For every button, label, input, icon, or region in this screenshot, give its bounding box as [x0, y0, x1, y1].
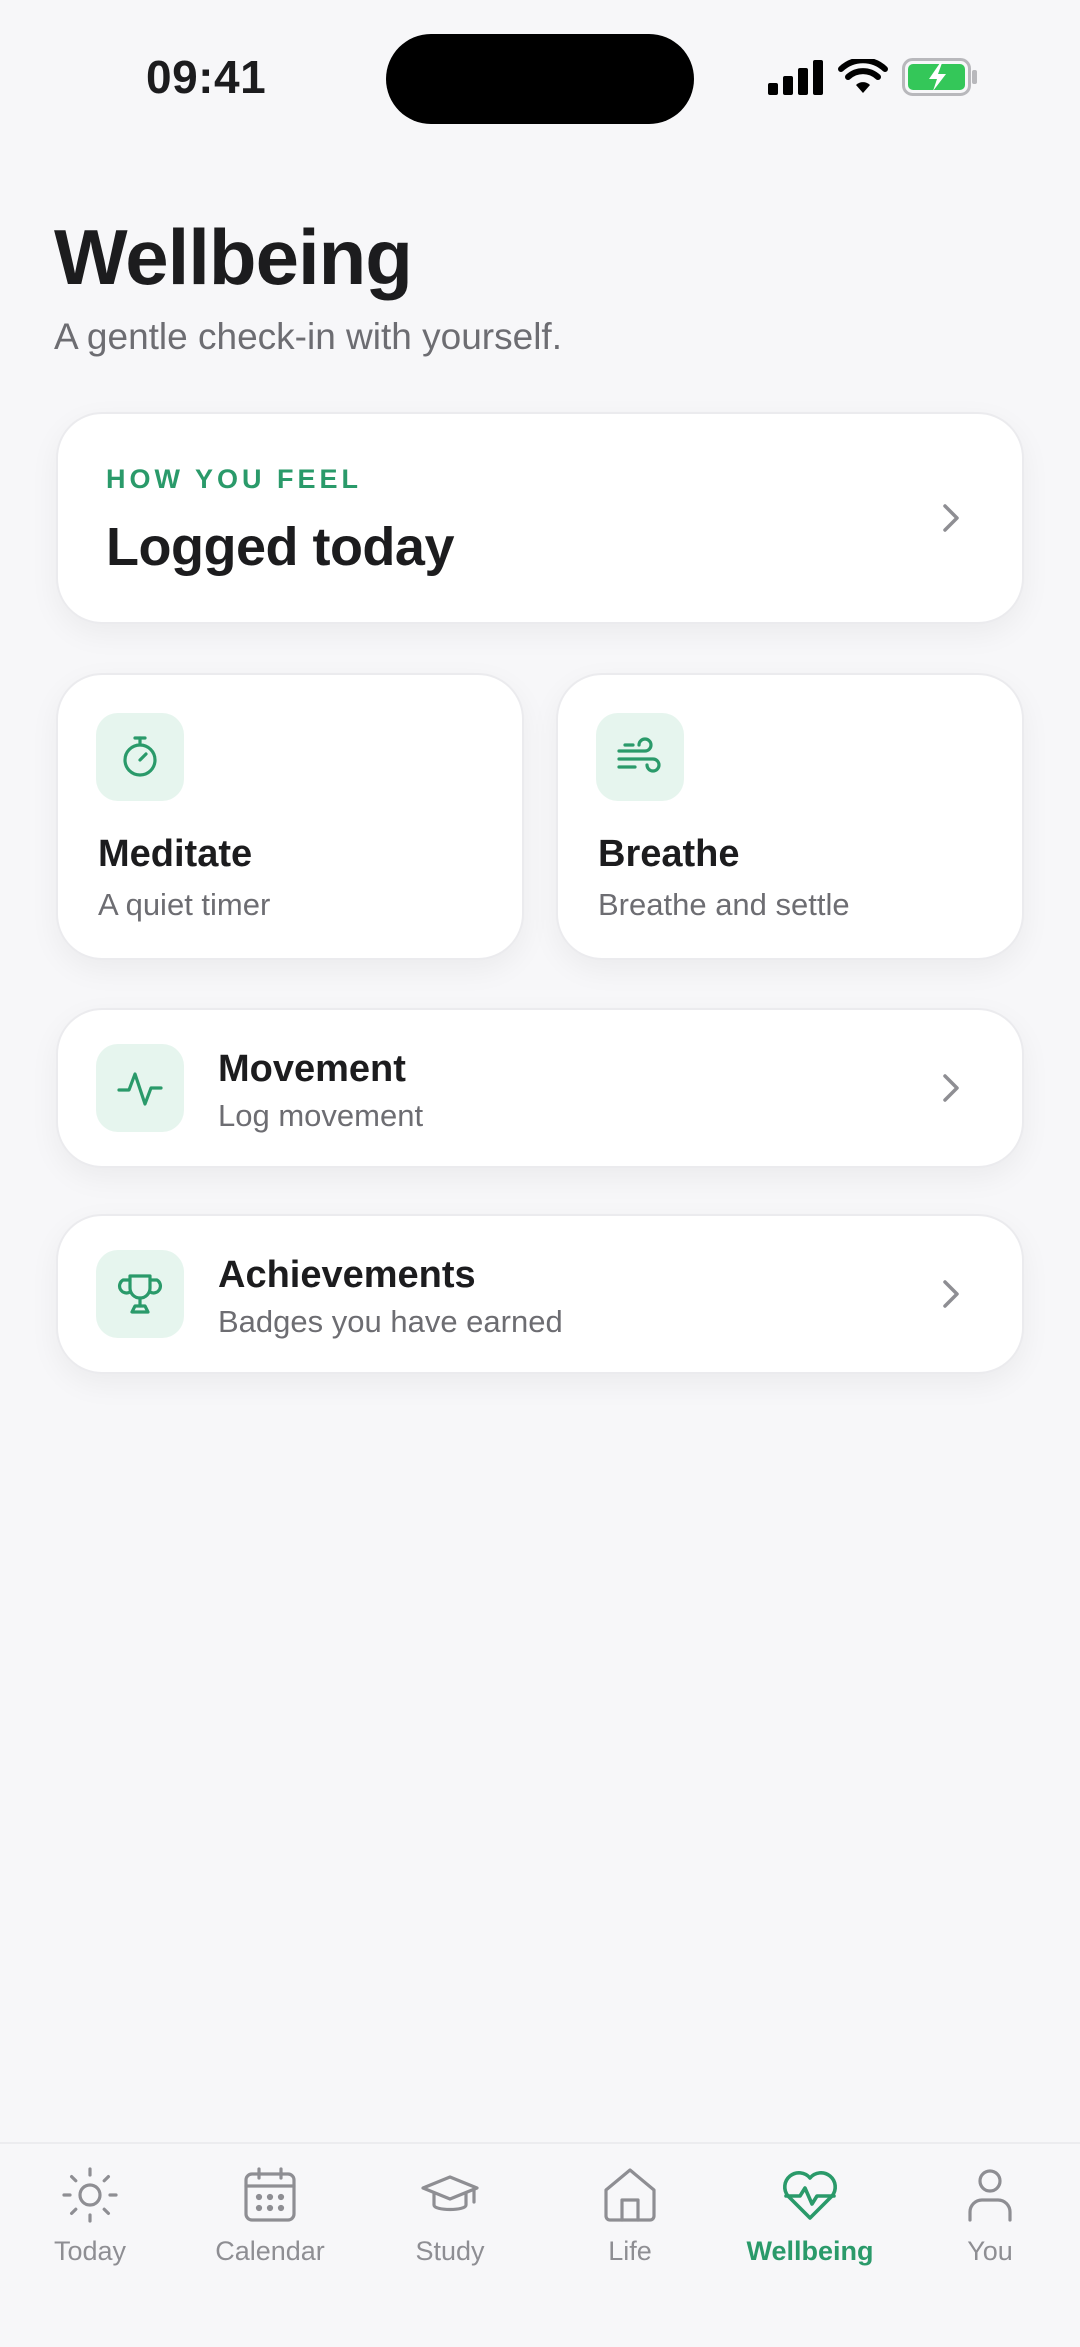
heart-pulse-icon [779, 2164, 841, 2226]
status-bar: 09:41 [0, 0, 1080, 150]
graduation-cap-icon [419, 2164, 481, 2226]
wifi-icon [838, 57, 888, 100]
timer-icon [96, 713, 184, 801]
row-title: Achievements [218, 1254, 476, 1296]
dynamic-island [386, 34, 694, 124]
tab-label: Today [53, 2236, 127, 2266]
tab-label: Calendar [215, 2236, 325, 2266]
chevron-right-icon [943, 504, 959, 532]
page-subtitle: A gentle check-in with yourself. [54, 316, 562, 357]
chevron-right-icon [943, 1074, 959, 1102]
status-time: 09:41 [146, 51, 267, 103]
battery-charging-icon [902, 58, 980, 101]
activity-icon [96, 1044, 184, 1132]
tile-subtitle: Breathe and settle [598, 887, 850, 922]
movement-row[interactable]: Movement Log movement [56, 1008, 1024, 1168]
home-icon [599, 2164, 661, 2226]
sun-icon [59, 2164, 121, 2226]
status-icons [768, 57, 980, 101]
tab-label: Study [415, 2236, 485, 2266]
meditate-tile[interactable]: Meditate A quiet timer [56, 673, 524, 960]
tile-title: Meditate [98, 833, 253, 875]
trophy-icon [96, 1250, 184, 1338]
tab-bar: Today Calendar Study Life Wellbeing You [0, 2142, 1080, 2347]
row-title: Movement [218, 1048, 406, 1090]
row-subtitle: Log movement [218, 1098, 424, 1133]
wind-icon [596, 713, 684, 801]
tab-calendar[interactable]: Calendar [180, 2144, 360, 2347]
tab-life[interactable]: Life [540, 2144, 720, 2347]
tab-you[interactable]: You [900, 2144, 1080, 2347]
how-you-feel-card[interactable]: HOW YOU FEEL Logged today [56, 412, 1024, 624]
feel-eyebrow: HOW YOU FEEL [106, 464, 363, 494]
tab-today[interactable]: Today [0, 2144, 180, 2347]
breathe-tile[interactable]: Breathe Breathe and settle [556, 673, 1024, 960]
tab-study[interactable]: Study [360, 2144, 540, 2347]
tile-subtitle: A quiet timer [98, 887, 271, 922]
tab-wellbeing[interactable]: Wellbeing [720, 2144, 900, 2347]
tab-label: Wellbeing [746, 2236, 874, 2266]
cellular-signal-icon [768, 59, 824, 100]
chevron-right-icon [943, 1280, 959, 1308]
user-icon [959, 2164, 1021, 2226]
tile-title: Breathe [598, 833, 740, 875]
tab-label: Life [608, 2236, 652, 2266]
achievements-row[interactable]: Achievements Badges you have earned [56, 1214, 1024, 1374]
feel-status: Logged today [106, 517, 454, 577]
row-subtitle: Badges you have earned [218, 1304, 563, 1339]
page-title: Wellbeing [54, 213, 413, 301]
tab-label: You [967, 2236, 1013, 2266]
calendar-icon [239, 2164, 301, 2226]
